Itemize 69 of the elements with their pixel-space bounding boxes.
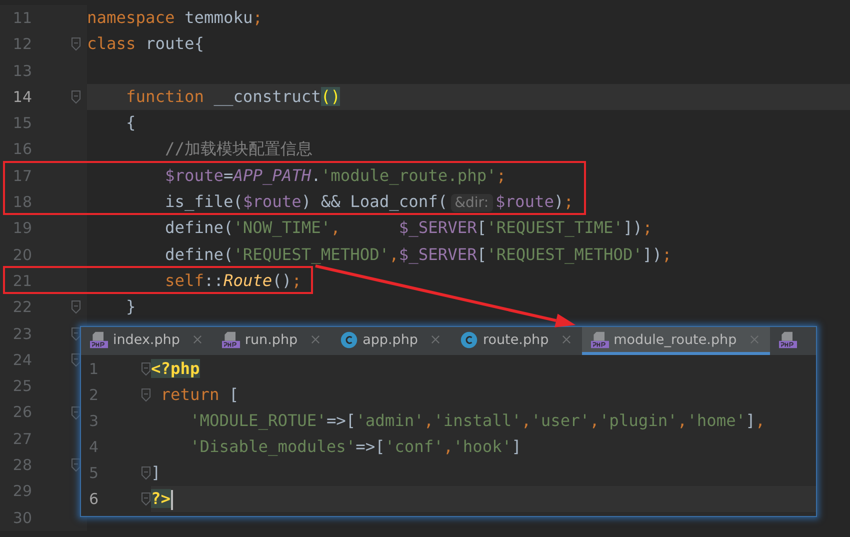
line-number: 23 — [12, 324, 32, 345]
close-icon[interactable] — [310, 335, 320, 344]
line-number: 3 — [89, 411, 100, 432]
fold-icon[interactable] — [140, 388, 150, 402]
line-number: 29 — [12, 481, 32, 502]
php-file-icon — [778, 330, 797, 348]
code-line: function __construct() — [124, 86, 340, 108]
file-tab[interactable]: module_route.php — [582, 327, 770, 355]
close-icon[interactable] — [192, 335, 202, 344]
close-icon[interactable] — [562, 335, 571, 344]
line-number: 11 — [12, 8, 32, 29]
code-line: return [ — [160, 384, 239, 406]
line-number: 12 — [12, 34, 32, 56]
line-number: 27 — [12, 428, 32, 450]
php-file-icon — [90, 330, 108, 348]
php-file-icon — [222, 330, 240, 348]
line-number: 15 — [12, 113, 32, 134]
code-line: ?> — [151, 488, 172, 512]
line-number: 1 — [89, 359, 100, 380]
line-number: 14 — [12, 86, 32, 108]
file-tab[interactable]: app.php — [330, 327, 451, 355]
php-file-icon — [590, 330, 609, 348]
line-number: 13 — [12, 60, 32, 82]
fold-icon[interactable] — [140, 492, 150, 506]
code-line: 'MODULE_ROTUE'=>['admin','install','user','plugin','home'], — [188, 410, 766, 432]
fold-icon[interactable] — [71, 406, 81, 420]
code-line: self::Route(); — [164, 270, 302, 292]
code-line: $route=APP_PATH.'module_route.php'; — [164, 164, 506, 187]
code-line: //加载模块配置信息 — [164, 138, 312, 160]
line-number: 6 — [89, 489, 100, 510]
file-tab[interactable]: index.php — [81, 327, 213, 355]
code-line: class route{ — [87, 33, 204, 56]
line-number: 16 — [12, 139, 32, 160]
fold-icon[interactable] — [71, 90, 81, 104]
line-number: 21 — [12, 270, 32, 292]
line-number: 25 — [12, 376, 32, 398]
code-line: define('NOW_TIME', $_SERVER['REQUEST_TIME']); — [164, 217, 652, 240]
code-line: 'Disable_modules'=>['conf','hook'] — [188, 436, 522, 458]
file-tab[interactable]: route.php — [450, 327, 582, 355]
fold-icon[interactable] — [71, 353, 81, 367]
code-line: define('REQUEST_METHOD',$_SERVER['REQUEST_METHOD']); — [164, 244, 672, 266]
code-line: namespace temmoku; — [87, 7, 262, 29]
code-line: } — [124, 296, 136, 318]
fold-icon[interactable] — [71, 458, 81, 472]
class-icon — [340, 330, 358, 348]
fold-icon[interactable] — [71, 300, 81, 314]
fold-icon[interactable] — [140, 362, 150, 376]
line-number: 4 — [89, 437, 100, 458]
fold-icon[interactable] — [71, 326, 81, 341]
line-number: 22 — [12, 297, 32, 318]
file-tab[interactable]: run.php — [212, 327, 331, 355]
line-number: 30 — [12, 508, 32, 529]
close-icon[interactable] — [750, 335, 759, 344]
line-number: 2 — [89, 385, 100, 406]
code-line: ] — [151, 462, 161, 484]
code-line: { — [124, 112, 136, 134]
line-number: 28 — [12, 455, 32, 476]
code-line: is_file($route) && Load_conf( &dir: $route); — [164, 190, 574, 214]
line-number: 17 — [12, 166, 32, 187]
class-icon — [460, 330, 478, 348]
line-number: 19 — [12, 218, 32, 240]
line-number: 20 — [12, 244, 32, 266]
line-number: 5 — [89, 463, 100, 484]
fold-icon[interactable] — [140, 466, 150, 480]
fold-icon[interactable] — [71, 37, 81, 52]
line-number: 18 — [12, 192, 32, 214]
line-number: 24 — [12, 350, 32, 371]
close-icon[interactable] — [430, 335, 440, 344]
line-number: 26 — [12, 402, 32, 424]
